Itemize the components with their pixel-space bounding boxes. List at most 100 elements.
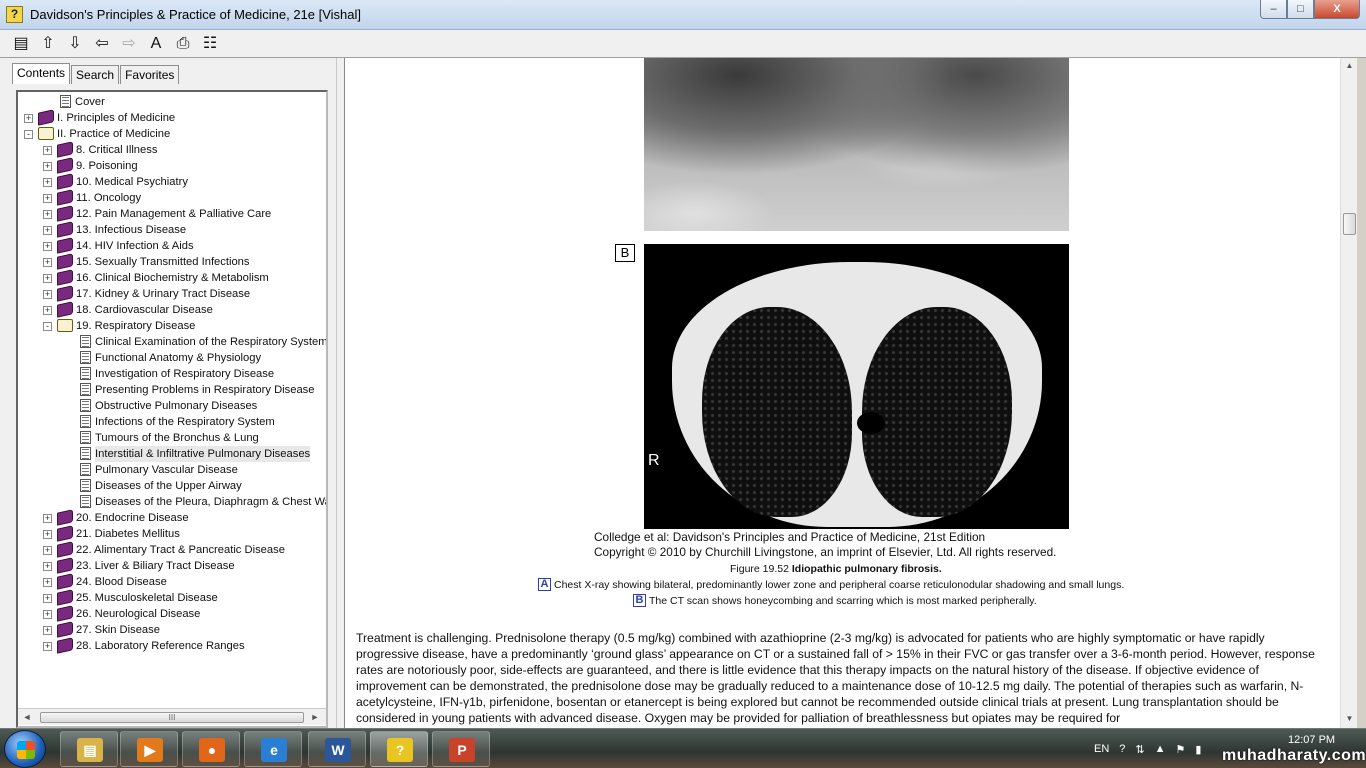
print-icon[interactable]: ⎙: [172, 33, 194, 55]
close-button[interactable]: X: [1314, 0, 1360, 19]
tree-item[interactable]: +15. Sexually Transmitted Infections: [18, 253, 326, 270]
book-icon: [57, 173, 73, 190]
scroll-down-arrow-icon[interactable]: ▼: [1343, 712, 1356, 726]
tree-item[interactable]: +9. Poisoning: [18, 157, 326, 174]
tab-favorites[interactable]: Favorites: [120, 65, 180, 84]
tree-item[interactable]: +25. Musculoskeletal Disease: [18, 589, 326, 606]
start-button[interactable]: [4, 730, 46, 768]
expand-icon[interactable]: +: [43, 530, 52, 539]
expand-icon[interactable]: +: [43, 290, 52, 299]
tree-item[interactable]: +27. Skin Disease: [18, 621, 326, 638]
tree-item[interactable]: Diseases of the Pleura, Diaphragm & Ches…: [18, 494, 326, 510]
back-arrow-icon[interactable]: ⇦: [91, 33, 113, 55]
clock[interactable]: 12:07 PM: [1288, 734, 1335, 746]
scroll-thumb[interactable]: III: [40, 712, 304, 723]
tree-item[interactable]: Investigation of Respiratory Disease: [18, 366, 326, 382]
options-icon[interactable]: ☷: [199, 33, 221, 55]
up-arrow-icon[interactable]: ⇧: [37, 33, 59, 55]
tree-item[interactable]: Functional Anatomy & Physiology: [18, 350, 326, 366]
tree-item[interactable]: +18. Cardiovascular Disease: [18, 301, 326, 318]
taskbar-powerpoint[interactable]: P: [432, 731, 490, 767]
pane-splitter[interactable]: [336, 58, 344, 728]
tree-item[interactable]: +14. HIV Infection & Aids: [18, 237, 326, 254]
expand-icon[interactable]: +: [43, 258, 52, 267]
page-icon: [80, 463, 91, 476]
power-tray-icon[interactable]: ▮: [1195, 743, 1201, 756]
tree-item[interactable]: +13. Infectious Disease: [18, 221, 326, 238]
content-vertical-scrollbar[interactable]: ▲ ▼: [1340, 58, 1357, 728]
legend-key-a[interactable]: A: [538, 578, 551, 591]
collapse-icon[interactable]: -: [24, 130, 33, 139]
taskbar-firefox[interactable]: ●: [182, 731, 240, 767]
tree-item[interactable]: +11. Oncology: [18, 189, 326, 206]
tree-item[interactable]: +10. Medical Psychiatry: [18, 173, 326, 190]
expand-icon[interactable]: +: [43, 194, 52, 203]
help-tray-icon[interactable]: ?: [1119, 743, 1125, 755]
action-center-flag-icon[interactable]: ⚑: [1176, 743, 1186, 756]
tree-item[interactable]: +21. Diabetes Mellitus: [18, 525, 326, 542]
taskbar-internet-explorer[interactable]: e: [244, 731, 302, 767]
collapse-icon[interactable]: -: [43, 322, 52, 331]
expand-icon[interactable]: +: [43, 162, 52, 171]
minimize-button[interactable]: –: [1260, 0, 1287, 19]
tree-item[interactable]: Obstructive Pulmonary Diseases: [18, 398, 326, 414]
tab-search[interactable]: Search: [71, 65, 120, 84]
expand-icon[interactable]: +: [43, 594, 52, 603]
tree-item[interactable]: +16. Clinical Biochemistry & Metabolism: [18, 269, 326, 286]
expand-icon[interactable]: +: [43, 178, 52, 187]
expand-icon[interactable]: +: [43, 146, 52, 155]
expand-icon[interactable]: +: [43, 642, 52, 651]
language-indicator[interactable]: EN: [1094, 743, 1109, 755]
taskbar-explorer[interactable]: ▤: [60, 731, 118, 767]
scroll-right-arrow-icon[interactable]: ►: [308, 711, 322, 724]
taskbar-help-viewer[interactable]: ?: [370, 731, 428, 767]
taskbar-media-player[interactable]: ▶: [120, 731, 178, 767]
tree-item[interactable]: - II. Practice of Medicine: [18, 126, 326, 142]
show-hidden-icons-icon[interactable]: ▲: [1155, 743, 1166, 755]
hide-tabs-icon[interactable]: ▤: [10, 33, 32, 55]
taskbar-word[interactable]: W: [308, 731, 366, 767]
tree-item[interactable]: +12. Pain Management & Palliative Care: [18, 205, 326, 222]
down-arrow-icon[interactable]: ⇩: [64, 33, 86, 55]
maximize-button[interactable]: □: [1287, 0, 1314, 19]
network-tray-icon[interactable]: ⇅: [1135, 743, 1144, 756]
expand-icon[interactable]: +: [43, 242, 52, 251]
expand-icon[interactable]: +: [43, 546, 52, 555]
tree-item[interactable]: Interstitial & Infiltrative Pulmonary Di…: [18, 446, 326, 462]
tree-item[interactable]: +8. Critical Illness: [18, 141, 326, 158]
tree-item[interactable]: +28. Laboratory Reference Ranges: [18, 637, 326, 654]
tree-item[interactable]: +26. Neurological Disease: [18, 605, 326, 622]
tree-item[interactable]: +24. Blood Disease: [18, 573, 326, 590]
tree-item[interactable]: Tumours of the Bronchus & Lung: [18, 430, 326, 446]
tree-item[interactable]: Presenting Problems in Respiratory Disea…: [18, 382, 326, 398]
expand-icon[interactable]: +: [43, 578, 52, 587]
tree-item[interactable]: + I. Principles of Medicine: [18, 109, 326, 126]
tab-contents[interactable]: Contents: [12, 63, 71, 84]
tree-item[interactable]: +23. Liver & Biliary Tract Disease: [18, 557, 326, 574]
expand-icon[interactable]: +: [43, 306, 52, 315]
expand-icon[interactable]: +: [43, 626, 52, 635]
tree-item[interactable]: Diseases of the Upper Airway: [18, 478, 326, 494]
scroll-left-arrow-icon[interactable]: ◄: [20, 711, 34, 724]
tree-item[interactable]: Pulmonary Vascular Disease: [18, 462, 326, 478]
expand-icon[interactable]: +: [43, 514, 52, 523]
expand-icon[interactable]: +: [43, 610, 52, 619]
expand-icon[interactable]: +: [43, 274, 52, 283]
tree-item[interactable]: - 19. Respiratory Disease: [18, 318, 326, 334]
expand-icon[interactable]: +: [24, 114, 33, 123]
tree-item[interactable]: +22. Alimentary Tract & Pancreatic Disea…: [18, 541, 326, 558]
tree-item[interactable]: +17. Kidney & Urinary Tract Disease: [18, 285, 326, 302]
forward-arrow-icon[interactable]: ⇨: [118, 33, 140, 55]
legend-key-b[interactable]: B: [633, 594, 646, 607]
tree-item[interactable]: Clinical Examination of the Respiratory …: [18, 334, 326, 350]
expand-icon[interactable]: +: [43, 226, 52, 235]
scroll-up-arrow-icon[interactable]: ▲: [1343, 59, 1356, 73]
tree-horizontal-scrollbar[interactable]: ◄ III ►: [18, 708, 326, 725]
expand-icon[interactable]: +: [43, 562, 52, 571]
expand-icon[interactable]: +: [43, 210, 52, 219]
tree-item[interactable]: Infections of the Respiratory System: [18, 414, 326, 430]
font-size-icon[interactable]: A: [145, 33, 167, 55]
tree-item[interactable]: +20. Endocrine Disease: [18, 509, 326, 526]
content-scroll-thumb[interactable]: [1343, 213, 1356, 235]
tree-item[interactable]: Cover: [18, 94, 326, 110]
